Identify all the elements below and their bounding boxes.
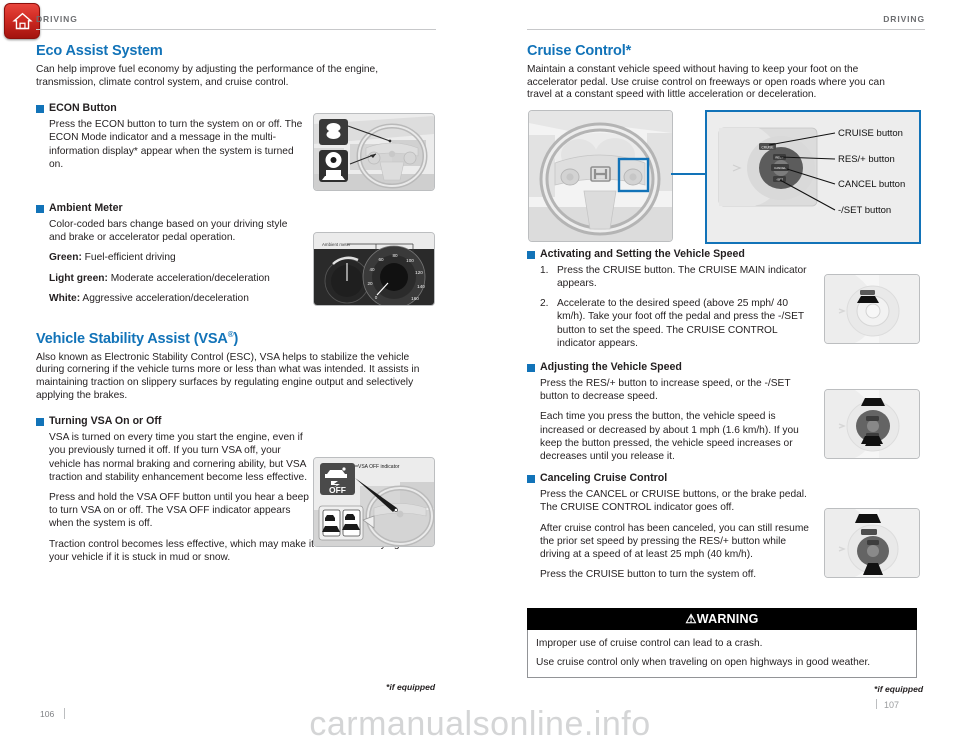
warning-line: Improper use of cruise control can lead … [536, 638, 763, 649]
econ-button-text: Press the ECON button to turn the system… [49, 118, 309, 171]
activating-steps-list: Press the CRUISE button. The CRUISE MAIN… [540, 264, 815, 350]
svg-text:CRUISE: CRUISE [761, 145, 773, 149]
svg-text:20: 20 [367, 281, 373, 286]
vsa-off-indicator-callout-text: VSA OFF indicator [358, 464, 400, 470]
definition-light-green: Light green: Moderate acceleration/decel… [49, 272, 301, 285]
warning-box: ⚠WARNING Improper use of cruise control … [527, 608, 917, 678]
ambient-meter-gauge-figure: Ambient meter 0 20 40 60 80 100 120 140 … [313, 232, 435, 306]
svg-text:160: 160 [411, 296, 419, 301]
square-bullet-icon [527, 475, 535, 484]
vsa-title-main: Vehicle Stability Assist (VSA [36, 330, 228, 347]
svg-text:CANCEL: CANCEL [774, 166, 786, 170]
list-item: Accelerate to the desired speed (above 2… [540, 297, 804, 349]
cruise-control-switch-detail-figure: CRUISE RES/+ CANCEL -/SET CRUISE button … [705, 110, 921, 244]
subsection-adjusting-speed: Adjusting the Vehicle Speed [527, 362, 925, 373]
subsection-activating-setting: Activating and Setting the Vehicle Speed [527, 247, 925, 260]
vsa-text-narrow: VSA is turned on every time you start th… [49, 431, 311, 530]
paragraph: Press and hold the VSA OFF button until … [49, 492, 309, 530]
warning-title: ⚠WARNING [527, 608, 917, 630]
paragraph: After cruise control has been canceled, … [540, 522, 809, 561]
cruise-control-intro: Maintain a constant vehicle speed withou… [527, 64, 885, 101]
square-bullet-icon [527, 364, 535, 372]
square-bullet-icon [36, 105, 44, 114]
subsection-heading: Ambient Meter [49, 202, 123, 214]
paragraph: VSA is turned on every time you start th… [49, 432, 308, 483]
right-running-head: DRIVING [883, 14, 925, 24]
definition-white: White: Aggressive acceleration/decelerat… [49, 292, 301, 305]
cancel-cruise-button-press-figure [824, 508, 920, 578]
square-bullet-icon [527, 250, 535, 259]
cruise-button-press-figure [824, 274, 920, 344]
svg-text:120: 120 [415, 270, 423, 275]
callout-res-plus-button: RES/+ button [838, 154, 895, 165]
subsection-heading: Activating and Setting the Vehicle Speed [540, 247, 745, 260]
term: Light green: [49, 272, 108, 284]
warning-body: Improper use of cruise control can lead … [527, 630, 917, 678]
desc: Fuel-efficient driving [81, 252, 176, 264]
svg-text:60: 60 [378, 257, 384, 262]
right-header-rule [527, 29, 925, 30]
res-set-button-press-figure [824, 389, 920, 459]
svg-text:0: 0 [375, 295, 378, 300]
watermark-text: carmanualsonline.info [309, 705, 651, 743]
steering-wheel-photo-figure [528, 110, 673, 242]
paragraph: Press the ECON button to turn the system… [49, 119, 303, 170]
vsa-intro: Also known as Electronic Stability Contr… [36, 351, 420, 401]
subsection-heading: Canceling Cruise Control [540, 472, 668, 485]
paragraph: Press the CANCEL or CRUISE buttons, or t… [540, 489, 807, 514]
term: Green: [49, 252, 82, 264]
svg-text:100: 100 [406, 258, 414, 263]
list-item: Press the CRUISE button. The CRUISE MAIN… [540, 264, 807, 289]
econ-button-steering-wheel-figure [313, 113, 435, 191]
eco-assist-intro: Can help improve fuel economy by adjusti… [36, 64, 379, 88]
right-page-number: 107 [884, 700, 900, 710]
adjusting-speed-text: Press the RES/+ button to increase speed… [540, 377, 812, 463]
subsection-heading: ECON Button [49, 102, 117, 115]
square-bullet-icon [36, 418, 44, 427]
page-title-eco-assist: Eco Assist System [36, 43, 163, 59]
callout-cruise-button: CRUISE button [838, 128, 903, 139]
subsection-heading: Adjusting the Vehicle Speed [540, 361, 682, 373]
svg-text:80: 80 [392, 253, 398, 258]
right-footnote: *if equipped [874, 684, 924, 694]
desc: Aggressive acceleration/deceleration [80, 292, 249, 304]
term: White: [49, 292, 81, 304]
square-bullet-icon [36, 205, 44, 213]
paragraph: Press the RES/+ button to increase speed… [540, 378, 791, 403]
subsection-canceling-cruise: Canceling Cruise Control [527, 473, 925, 484]
warning-line: Use cruise control only when traveling o… [536, 657, 871, 668]
callout-set-button: -/SET button [838, 205, 891, 216]
paragraph: Color-coded bars change based on your dr… [49, 219, 288, 244]
home-icon[interactable] [4, 3, 40, 39]
vsa-off-button-figure: OFF VSA OFF indicator [313, 457, 435, 547]
left-header-rule [36, 29, 436, 30]
svg-text:OFF: OFF [329, 485, 346, 495]
callout-cancel-button: CANCEL button [838, 179, 905, 190]
ambient-meter-text: Color-coded bars change based on your dr… [49, 218, 301, 305]
right-page-number-divider [876, 699, 877, 709]
desc: Moderate acceleration/deceleration [107, 272, 270, 284]
canceling-cruise-text: Press the CANCEL or CRUISE buttons, or t… [540, 488, 818, 581]
left-footnote: *if equipped [386, 682, 436, 692]
subsection-heading: Turning VSA On or Off [49, 415, 162, 428]
ambient-meter-callout-text: Ambient meter [322, 242, 351, 247]
watermark: carmanualsonline.info [0, 705, 960, 744]
vsa-title-tail: ) [233, 330, 239, 347]
left-running-head: DRIVING [36, 14, 78, 24]
left-page-column: DRIVING Eco Assist System Can help impro… [36, 0, 436, 738]
definition-green: Green: Fuel-efficient driving [49, 251, 301, 264]
paragraph: Each time you press the button, the vehi… [540, 411, 799, 463]
svg-text:40: 40 [369, 267, 375, 272]
manual-page-spread: DRIVING Eco Assist System Can help impro… [0, 0, 960, 743]
subsection-turning-vsa: Turning VSA On or Off [36, 416, 436, 427]
svg-text:140: 140 [417, 284, 425, 289]
figure-connector-line [671, 173, 707, 175]
page-title-vsa: Vehicle Stability Assist (VSA®) [36, 330, 436, 347]
paragraph: Press the CRUISE button to turn the syst… [540, 569, 757, 581]
subsection-ambient-meter: Ambient Meter [36, 203, 436, 214]
page-title-cruise-control: Cruise Control* [527, 43, 632, 59]
